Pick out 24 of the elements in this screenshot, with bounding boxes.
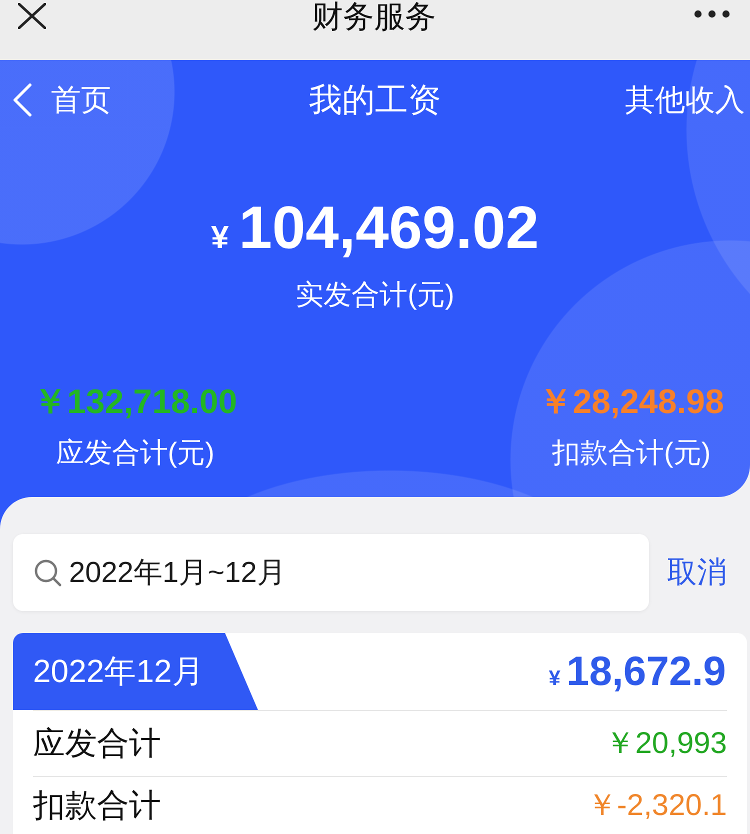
total-amount: ￥28,248.98 [538,382,724,422]
currency-symbol: ¥ [210,218,229,257]
total-label: 扣款合计(元) [552,436,711,470]
back-button[interactable]: 首页 [12,80,111,120]
cancel-button[interactable]: 取消 [667,552,727,593]
chevron-left-icon [12,83,32,117]
page-title: 我的工资 [309,80,441,120]
close-icon[interactable] [18,3,46,29]
item-label: 应发合计 [33,724,161,762]
net-total-amount: 104,469.02 [238,193,540,263]
currency-symbol: ¥ [548,667,560,691]
month-net-amount: 18,672.9 [566,648,726,695]
search-icon [34,558,62,586]
item-amount: ￥-2,320.1 [586,788,727,824]
net-total-label: 实发合计(元) [294,278,456,312]
more-icon[interactable] [694,10,730,18]
other-income-link[interactable]: 其他收入 [625,80,745,120]
total-amount: ￥132,718.00 [33,382,238,422]
item-amount: ￥20,993 [605,726,727,762]
total-label: 应发合计(元) [56,436,214,470]
month-tag: 2022年12月 [13,633,258,710]
window-title: 财务服务 [312,0,436,34]
search-field[interactable]: 2022年1月~12月 [13,534,649,611]
item-label: 扣款合计 [33,786,161,824]
